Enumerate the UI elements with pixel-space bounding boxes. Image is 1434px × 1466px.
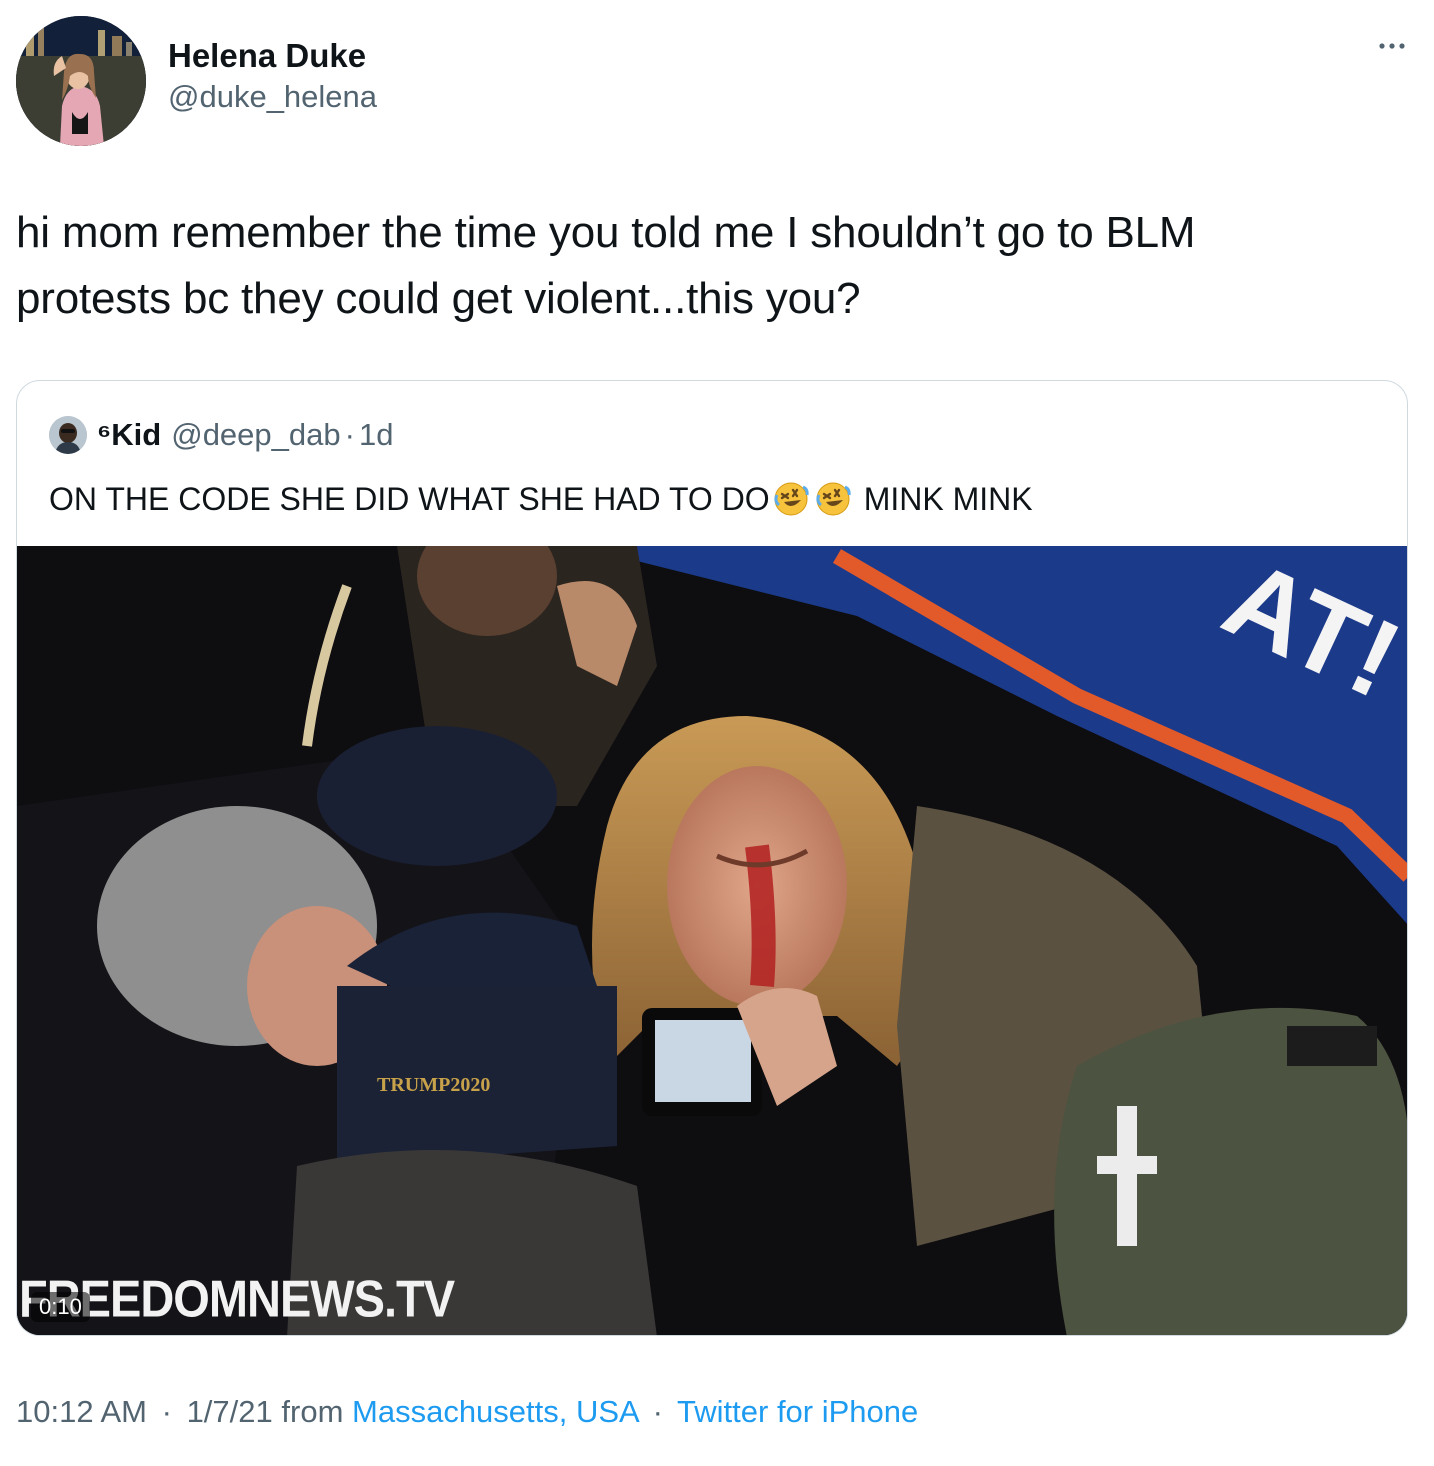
tweet-text-line: protests bc they could get violent...thi…: [16, 274, 861, 323]
more-horizontal-icon: [1379, 43, 1405, 49]
tweet-text-line: hi mom remember the time you told me I s…: [16, 208, 1196, 257]
separator-dot: ·: [161, 1394, 172, 1429]
rolling-laughing-emoji-icon: [816, 482, 851, 516]
hat-lettering: TRUMP2020: [377, 1074, 490, 1096]
rolling-laughing-emoji-icon: [774, 482, 809, 516]
quoted-author-avatar: [49, 416, 87, 454]
quoted-tweet-header: ⁶Kid @deep_dab · 1d: [49, 415, 393, 455]
quoted-timestamp: 1d: [358, 417, 394, 452]
tweet-time[interactable]: 10:12 AM: [16, 1394, 147, 1429]
video-duration-badge: 0:10: [31, 1292, 90, 1322]
separator-dot: ·: [652, 1394, 663, 1429]
separator-dot: ·: [344, 417, 355, 452]
tweet-header: Helena Duke @duke_helena: [16, 16, 1418, 146]
client-link[interactable]: Twitter for iPhone: [677, 1394, 918, 1429]
video-player[interactable]: AT! TRUMP2020 FREEDOMNEWS.TV 0:10: [17, 546, 1407, 1335]
tweet-metadata: 10:12 AM · 1/7/21 from Massachusetts, US…: [16, 1390, 918, 1434]
author-handle[interactable]: @duke_helena: [168, 76, 377, 118]
tweet-text: hi mom remember the time you told me I s…: [16, 200, 1406, 332]
quoted-tweet-text: ON THE CODE SHE DID WHAT SHE HAD TO DO M…: [49, 479, 1033, 519]
quoted-handle: @deep_dab: [171, 417, 341, 452]
from-label: from: [281, 1394, 344, 1429]
video-frame: AT! TRUMP2020: [17, 546, 1407, 1335]
quoted-text-before: ON THE CODE SHE DID WHAT SHE HAD TO DO: [49, 481, 770, 517]
quoted-text-after: MINK MINK: [863, 481, 1033, 517]
author-display-name[interactable]: Helena Duke: [168, 36, 377, 76]
author-avatar[interactable]: [16, 16, 146, 146]
profile-photo-icon: [49, 416, 87, 454]
quoted-display-name: ⁶Kid: [97, 417, 162, 452]
tweet-date[interactable]: 1/7/21: [187, 1394, 273, 1429]
quoted-tweet[interactable]: ⁶Kid @deep_dab · 1d ON THE CODE SHE DID …: [16, 380, 1408, 1336]
location-link[interactable]: Massachusetts, USA: [352, 1394, 638, 1429]
author-names: Helena Duke @duke_helena: [168, 36, 377, 118]
tweet: Helena Duke @duke_helena hi mom remember…: [0, 0, 1434, 1466]
profile-photo-icon: [16, 16, 146, 146]
more-button[interactable]: [1372, 34, 1412, 58]
